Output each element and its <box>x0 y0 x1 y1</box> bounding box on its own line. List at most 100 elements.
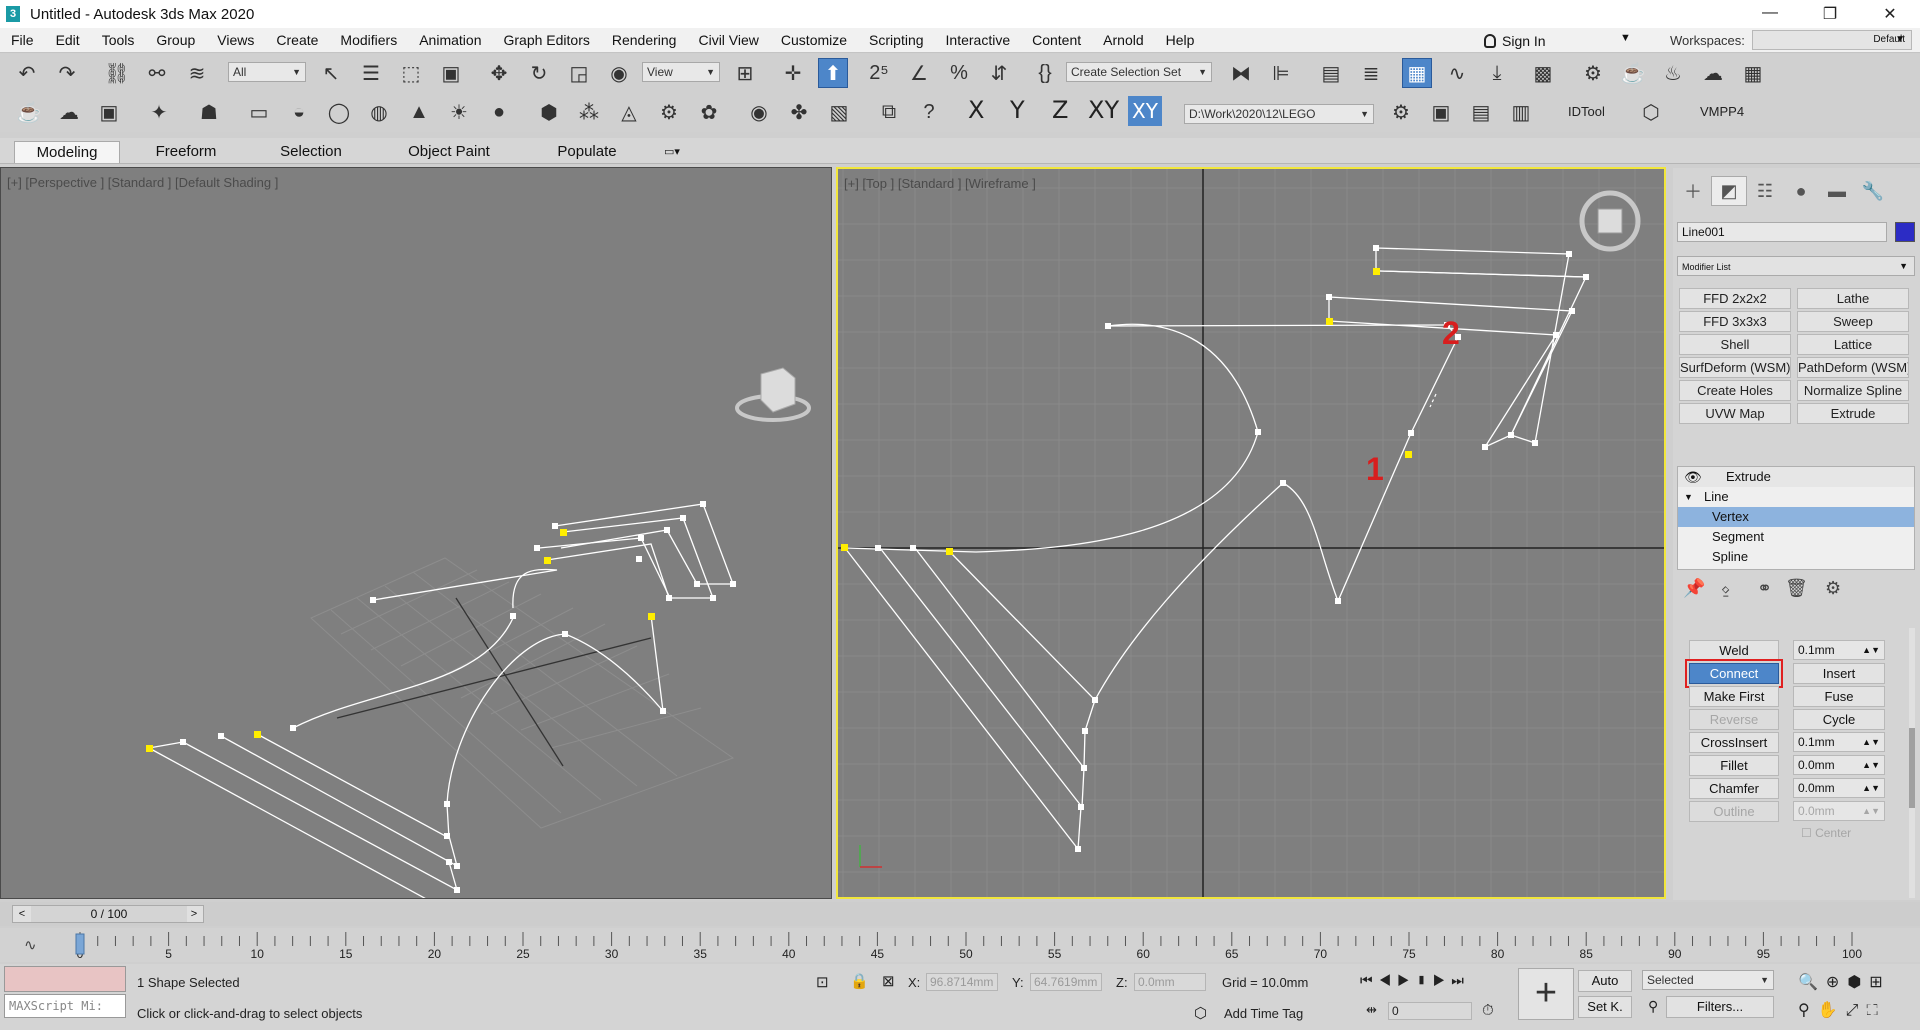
rect-region-icon[interactable]: ⬚ <box>396 58 426 88</box>
lathe-button[interactable]: Lathe <box>1797 288 1909 309</box>
cloud-icon[interactable]: ☁ <box>54 97 84 127</box>
ribbon-toggle-icon[interactable]: ▦ <box>1402 58 1432 88</box>
chamfer-button[interactable]: Chamfer <box>1689 778 1779 799</box>
axis-xy-button[interactable]: XY <box>1088 96 1119 124</box>
place-icon[interactable]: ◉ <box>604 58 634 88</box>
perspective-viewport[interactable]: [+] [Perspective ] [Standard ] [Default … <box>0 167 832 899</box>
axis-x-button[interactable]: X <box>968 96 984 124</box>
top-viewport[interactable]: [+] [Top ] [Standard ] [Wireframe ] 1 2 <box>836 167 1666 899</box>
next-frame-icon[interactable]: > <box>185 906 203 922</box>
torus-icon[interactable]: ◯ <box>324 97 354 127</box>
redo-icon[interactable]: ↷ <box>52 58 82 88</box>
menu-content[interactable]: Content <box>1021 32 1092 48</box>
set-key-button[interactable]: Set K. <box>1578 996 1632 1018</box>
sphere-icon[interactable]: ● <box>484 97 514 127</box>
schematic-view-icon[interactable]: ⤓ <box>1482 58 1512 88</box>
menu-modifiers[interactable]: Modifiers <box>329 32 408 48</box>
menu-views[interactable]: Views <box>206 32 265 48</box>
time-tag-icon[interactable]: ⬡ <box>1194 1004 1207 1022</box>
y-coord-field[interactable]: 64.7619mm <box>1030 973 1102 991</box>
render-iterative-icon[interactable]: ☁ <box>1698 58 1728 88</box>
eye-icon[interactable]: 👁 <box>1684 467 1702 487</box>
vmpp-label[interactable]: VMPP4 <box>1700 104 1744 119</box>
stack-item-line[interactable]: ▼ Line <box>1678 487 1914 507</box>
surfdeform-button[interactable]: SurfDeform (WSM) <box>1679 357 1791 378</box>
dome-icon[interactable]: ◒ <box>284 97 314 127</box>
make-first-button[interactable]: Make First <box>1689 686 1779 707</box>
fillet-button[interactable]: Fillet <box>1689 755 1779 776</box>
undo-icon[interactable]: ↶ <box>12 58 42 88</box>
x-coord-field[interactable]: 96.8714mm <box>926 973 998 991</box>
scatter-icon[interactable]: ⁂ <box>574 97 604 127</box>
curve-editor-mini-icon[interactable]: ∿ <box>24 936 37 954</box>
sun-icon[interactable]: ☀ <box>444 97 474 127</box>
tab-freeform[interactable]: Freeform <box>140 141 232 163</box>
panel-scrollbar-thumb[interactable] <box>1909 728 1915 808</box>
align-icon[interactable]: ⊫ <box>1266 58 1296 88</box>
scene-explorer-icon[interactable]: ▤ <box>1316 58 1346 88</box>
weld-threshold-spinner[interactable]: 0.1mm ▲▼ <box>1793 640 1885 660</box>
spinner-arrows-icon[interactable]: ▲▼ <box>1862 779 1880 797</box>
close-button[interactable]: ✕ <box>1860 4 1920 24</box>
extrude-button[interactable]: Extrude <box>1797 403 1909 424</box>
unlink-icon[interactable]: ⚯ <box>142 58 172 88</box>
insert-button[interactable]: Insert <box>1793 663 1885 684</box>
percent-snap-icon[interactable]: % <box>944 58 974 88</box>
tab-modeling[interactable]: Modeling <box>14 141 120 163</box>
link-icon[interactable]: ⛓ <box>102 58 132 88</box>
copy-icon[interactable]: ⧉ <box>874 97 904 127</box>
move-icon[interactable]: ✥ <box>484 58 514 88</box>
tetra-icon[interactable]: ◬ <box>614 97 644 127</box>
menu-group[interactable]: Group <box>145 32 206 48</box>
ffd-3x3x3-button[interactable]: FFD 3x3x3 <box>1679 311 1791 332</box>
idtool-label[interactable]: IDTool <box>1568 104 1605 119</box>
render-in-cloud-icon[interactable]: ▦ <box>1738 58 1768 88</box>
maximize-button[interactable]: ❐ <box>1800 4 1860 24</box>
named-selection-set-select[interactable]: Create Selection Set ▼ <box>1066 62 1212 82</box>
menu-create[interactable]: Create <box>265 32 329 48</box>
hierarchy-tab-icon[interactable]: ☷ <box>1747 176 1783 206</box>
normalize-spline-button[interactable]: Normalize Spline <box>1797 380 1909 401</box>
ribbon-options-dropdown-icon[interactable]: ▭▾ <box>656 141 688 163</box>
cycle-button[interactable]: Cycle <box>1793 709 1885 730</box>
tab-selection[interactable]: Selection <box>266 141 356 163</box>
reverse-button[interactable]: Reverse <box>1689 709 1779 730</box>
scale-icon[interactable]: ◲ <box>564 58 594 88</box>
utilities-tab-icon[interactable]: 🔧 <box>1855 176 1891 206</box>
folder-icon[interactable]: ▣ <box>1426 97 1456 127</box>
menu-graph-editors[interactable]: Graph Editors <box>492 32 600 48</box>
stack-item-segment[interactable]: Segment <box>1678 527 1914 547</box>
add-time-tag-label[interactable]: Add Time Tag <box>1224 1006 1303 1021</box>
array-icon[interactable]: ⬢ <box>534 97 564 127</box>
prev-frame-icon[interactable]: < <box>13 906 31 922</box>
compass-viewcube-icon[interactable] <box>1579 190 1641 252</box>
cone-icon[interactable]: ▲ <box>404 97 434 127</box>
menu-file[interactable]: File <box>0 32 45 48</box>
key-filter-icon[interactable]: ⚲ <box>1648 998 1658 1015</box>
spinner-snap-icon[interactable]: ⇵ <box>984 58 1014 88</box>
perspective-viewport-label[interactable]: [+] [Perspective ] [Standard ] [Default … <box>7 175 278 190</box>
uvw-map-button[interactable]: UVW Map <box>1679 403 1791 424</box>
workspaces-select[interactable]: Default ▼ <box>1752 30 1912 50</box>
spinner-arrows-icon[interactable]: ▲▼ <box>1862 756 1880 774</box>
isolate-selection-icon[interactable]: ⊡ <box>816 973 829 991</box>
select-object-icon[interactable]: ↖ <box>316 58 346 88</box>
fillet-spinner[interactable]: 0.0mm ▲▼ <box>1793 755 1885 775</box>
box-icon[interactable]: ▭ <box>244 97 274 127</box>
keyboard-shortcut-toggle-icon[interactable]: ⬆ <box>818 58 848 88</box>
material-sphere-icon[interactable]: ◉ <box>744 97 774 127</box>
key-filter-select[interactable]: Selected ▼ <box>1642 970 1774 990</box>
window-crossing-icon[interactable]: ▣ <box>436 58 466 88</box>
axis-xy-active-button[interactable]: XY <box>1128 96 1162 126</box>
render-production-icon[interactable]: ♨ <box>1658 58 1688 88</box>
mirror-icon[interactable]: ⧓ <box>1226 58 1256 88</box>
menu-scripting[interactable]: Scripting <box>858 32 934 48</box>
light-bulb-icon[interactable]: ✦ <box>144 97 174 127</box>
menu-arnold[interactable]: Arnold <box>1092 32 1154 48</box>
create-tab-icon[interactable]: ＋ <box>1675 176 1711 206</box>
axis-y-button[interactable]: Y <box>1010 96 1025 124</box>
folder-up-icon[interactable]: ▥ <box>1506 97 1536 127</box>
ffd-2x2x2-button[interactable]: FFD 2x2x2 <box>1679 288 1791 309</box>
select-by-name-icon[interactable]: ☰ <box>356 58 386 88</box>
menu-help[interactable]: Help <box>1155 32 1206 48</box>
